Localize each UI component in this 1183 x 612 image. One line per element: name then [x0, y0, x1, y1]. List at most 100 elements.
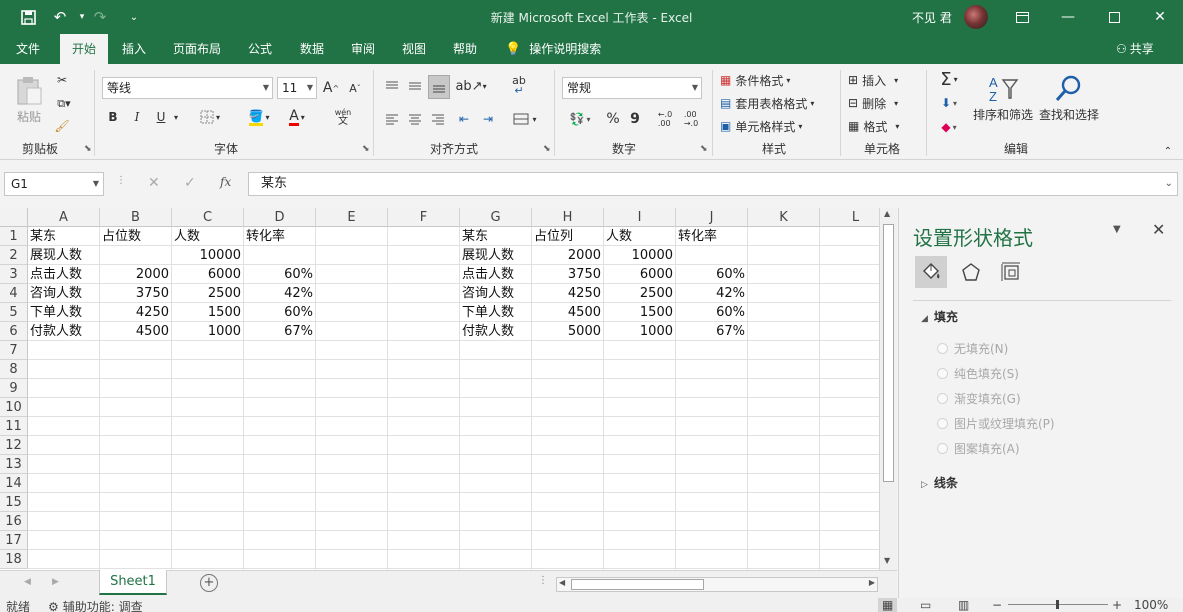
cancel-icon[interactable]: ✕ — [148, 175, 160, 191]
share-button[interactable]: ⚇ 共享 — [1116, 34, 1154, 64]
alignment-launcher-icon[interactable]: ⬊ — [543, 144, 551, 154]
wrap-text-button[interactable]: ab ↵ — [508, 75, 530, 97]
column-header[interactable]: J — [676, 208, 748, 227]
scroll-right-icon[interactable]: ▶ — [869, 578, 875, 587]
table-cell[interactable]: 下单人数 — [460, 303, 531, 322]
row-header[interactable]: 18 — [0, 550, 28, 569]
gradient-fill-option[interactable]: 渐变填充(G) — [937, 390, 1021, 407]
autosum-button[interactable]: Σ ▾ — [934, 68, 964, 90]
table-cell[interactable]: 60% — [676, 265, 747, 284]
table-cell[interactable]: 某东 — [28, 227, 99, 246]
table-cell[interactable]: 60% — [244, 303, 315, 322]
table-cell[interactable]: 1500 — [172, 303, 243, 322]
row-header[interactable]: 13 — [0, 455, 28, 474]
tell-me-search[interactable]: 💡 操作说明搜索 — [505, 34, 601, 64]
scroll-up-icon[interactable]: ▲ — [884, 209, 890, 218]
horizontal-scrollbar[interactable]: ◀ ▶ — [556, 577, 878, 592]
table-cell[interactable]: 67% — [244, 322, 315, 341]
scroll-down-icon[interactable]: ▼ — [884, 556, 890, 565]
fill-section-header[interactable]: ◢ 填充 — [921, 308, 958, 325]
number-launcher-icon[interactable]: ⬊ — [700, 144, 708, 154]
avatar[interactable] — [964, 5, 988, 29]
table-cell[interactable]: 下单人数 — [28, 303, 99, 322]
table-cell[interactable]: 点击人数 — [460, 265, 531, 284]
format-cells-button[interactable]: ▦ 格式 ▾ — [848, 116, 918, 136]
table-cell[interactable]: 转化率 — [676, 227, 747, 246]
row-header[interactable]: 10 — [0, 398, 28, 417]
accessibility-status[interactable]: ⚙ 辅助功能: 调查 — [48, 598, 143, 612]
column-header[interactable]: C — [172, 208, 244, 227]
table-cell[interactable]: 点击人数 — [28, 265, 99, 284]
column-header[interactable]: K — [748, 208, 820, 227]
table-cell[interactable]: 4500 — [100, 322, 171, 341]
table-cell[interactable]: 人数 — [604, 227, 675, 246]
table-cell[interactable]: 42% — [244, 284, 315, 303]
tab-help[interactable]: 帮助 — [445, 34, 485, 64]
formula-input[interactable]: 某东 ⌄ — [248, 172, 1178, 196]
tab-view[interactable]: 视图 — [394, 34, 434, 64]
table-cell[interactable]: 人数 — [172, 227, 243, 246]
table-cell[interactable]: 1500 — [604, 303, 675, 322]
bold-button[interactable]: B — [104, 106, 122, 128]
table-cell[interactable]: 2000 — [100, 265, 171, 284]
table-cell[interactable]: 占位列 — [532, 227, 603, 246]
font-color-button[interactable]: A ▾ — [282, 106, 312, 128]
table-cell[interactable]: 3750 — [100, 284, 171, 303]
cut-icon[interactable]: ✂ — [52, 70, 72, 90]
row-header[interactable]: 2 — [0, 246, 28, 265]
underline-dropdown-icon[interactable]: ▾ — [170, 106, 182, 128]
column-header[interactable]: A — [28, 208, 100, 227]
table-cell[interactable]: 付款人数 — [28, 322, 99, 341]
table-cell[interactable]: 3750 — [532, 265, 603, 284]
line-section-header[interactable]: ▷ 线条 — [921, 474, 958, 491]
format-as-table-button[interactable]: ▤ 套用表格格式 ▾ — [720, 93, 830, 113]
clear-eraser-icon[interactable]: ◆ ▾ — [934, 116, 964, 138]
conditional-formatting-button[interactable]: ▦ 条件格式 ▾ — [720, 70, 830, 90]
table-cell[interactable]: 5000 — [532, 322, 603, 341]
paste-button[interactable]: 粘贴 — [12, 70, 46, 130]
row-header[interactable]: 5 — [0, 303, 28, 322]
table-cell[interactable]: 4500 — [532, 303, 603, 322]
next-sheet-icon[interactable]: ▶ — [52, 577, 59, 587]
column-header[interactable]: G — [460, 208, 532, 227]
tab-home[interactable]: 开始 — [60, 34, 108, 64]
align-middle-icon[interactable] — [405, 75, 425, 97]
table-cell[interactable]: 2500 — [172, 284, 243, 303]
row-header[interactable]: 17 — [0, 531, 28, 550]
minimize-icon[interactable]: — — [1048, 0, 1088, 34]
tab-review[interactable]: 审阅 — [343, 34, 383, 64]
collapse-ribbon-icon[interactable]: ⌃ — [1160, 144, 1176, 158]
add-sheet-icon[interactable]: + — [200, 574, 218, 592]
table-cell[interactable]: 付款人数 — [460, 322, 531, 341]
table-cell[interactable]: 67% — [676, 322, 747, 341]
row-header[interactable]: 16 — [0, 512, 28, 531]
zoom-slider-thumb[interactable] — [1056, 600, 1059, 609]
table-cell[interactable]: 2500 — [604, 284, 675, 303]
table-cell[interactable]: 1000 — [172, 322, 243, 341]
picture-fill-option[interactable]: 图片或纹理填充(P) — [937, 415, 1055, 432]
enter-check-icon[interactable]: ✓ — [184, 175, 196, 191]
row-header[interactable]: 7 — [0, 341, 28, 360]
insert-function-icon[interactable]: fx — [220, 175, 231, 189]
table-cell[interactable]: 6000 — [604, 265, 675, 284]
align-center-icon[interactable] — [405, 108, 425, 130]
table-cell[interactable]: 展现人数 — [28, 246, 99, 265]
page-break-view-icon[interactable]: ▥ — [958, 598, 969, 612]
vertical-scroll-thumb[interactable] — [883, 224, 894, 482]
row-header[interactable]: 15 — [0, 493, 28, 512]
underline-button[interactable]: U — [152, 106, 170, 128]
spreadsheet-grid[interactable]: A B C D E F G H I J K L 1 2 3 4 5 6 7 8 9 10 11 12 13 14 15 16 17 18 某… — [0, 208, 879, 570]
pane-close-icon[interactable]: ✕ — [1152, 220, 1165, 239]
pane-options-dropdown-icon[interactable]: ▼ — [1113, 224, 1121, 235]
tab-data[interactable]: 数据 — [292, 34, 332, 64]
row-header[interactable]: 12 — [0, 436, 28, 455]
column-header[interactable]: D — [244, 208, 316, 227]
clipboard-launcher-icon[interactable]: ⬊ — [84, 144, 92, 154]
user-name[interactable]: 不见 君 — [912, 9, 952, 26]
column-header[interactable]: B — [100, 208, 172, 227]
name-box[interactable]: G1 ▼ — [4, 172, 104, 196]
effects-tab-icon[interactable] — [955, 256, 987, 288]
close-icon[interactable]: ✕ — [1140, 0, 1180, 34]
maximize-icon[interactable] — [1094, 0, 1134, 34]
column-header[interactable]: L — [820, 208, 879, 227]
